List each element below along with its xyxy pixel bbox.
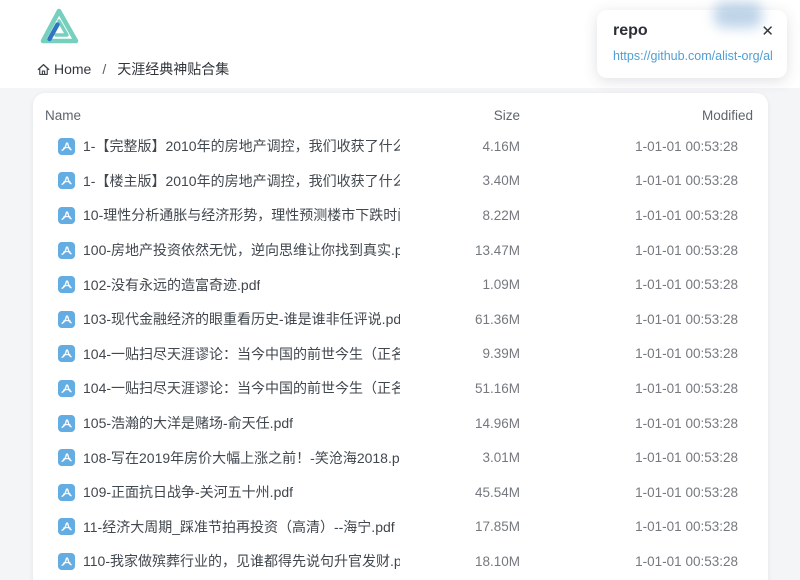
file-name: 100-房地产投资依然无忧，逆向思维让你找到真实.pdf [83, 240, 400, 260]
file-size: 8.22M [400, 208, 520, 223]
file-modified: 1-01-01 00:53:28 [520, 277, 753, 292]
pdf-file-icon [58, 380, 75, 397]
file-size: 61.36M [400, 312, 520, 327]
pdf-file-icon [58, 484, 75, 501]
file-modified: 1-01-01 00:53:28 [520, 243, 753, 258]
pdf-file-icon [58, 207, 75, 224]
file-name: 110-我家做殡葬行业的，见谁都得先说句升官发财.pdf [83, 551, 400, 571]
file-modified: 1-01-01 00:53:28 [520, 554, 753, 569]
pdf-file-icon [58, 172, 75, 189]
file-row[interactable]: 1-【楼主版】2010年的房地产调控，我们收获了什么？写... 3.40M 1-… [33, 164, 768, 199]
file-name: 104-一贴扫尽天涯谬论：当今中国的前世今生（正名帖）-... [83, 344, 400, 364]
file-modified: 1-01-01 00:53:28 [520, 416, 753, 431]
file-row[interactable]: 103-现代金融经济的眼重看历史-谁是谁非任评说.pdf 61.36M 1-01… [33, 302, 768, 337]
file-name: 103-现代金融经济的眼重看历史-谁是谁非任评说.pdf [83, 309, 400, 329]
file-name: 108-写在2019年房价大幅上涨之前！-笑沧海2018.pdf [83, 448, 400, 468]
file-size: 14.96M [400, 416, 520, 431]
file-name: 1-【楼主版】2010年的房地产调控，我们收获了什么？写... [83, 171, 400, 191]
file-list: 1-【完整版】2010年的房地产调控，我们收获了什么？写... 4.16M 1-… [33, 129, 768, 579]
pdf-file-icon [58, 518, 75, 535]
pdf-file-icon [58, 415, 75, 432]
file-size: 3.40M [400, 173, 520, 188]
file-size: 17.85M [400, 519, 520, 534]
file-name: 10-理性分析通胀与经济形势，理性预测楼市下跌时间表-... [83, 205, 400, 225]
breadcrumb-separator: / [98, 61, 110, 77]
home-icon [36, 62, 51, 77]
pdf-file-icon [58, 242, 75, 259]
content-area: Name Size Modified 1-【完整版】2010年的房地产调控，我们… [0, 88, 800, 580]
file-name: 109-正面抗日战争-关河五十州.pdf [83, 482, 293, 502]
repo-link[interactable]: https://github.com/alist-org/alist [613, 49, 773, 63]
file-row[interactable]: 105-浩瀚的大洋是赌场-俞天任.pdf 14.96M 1-01-01 00:5… [33, 406, 768, 441]
file-size: 45.54M [400, 485, 520, 500]
file-name: 102-没有永远的造富奇迹.pdf [83, 275, 260, 295]
pdf-file-icon [58, 345, 75, 362]
file-size: 4.16M [400, 139, 520, 154]
breadcrumb-home-label: Home [54, 61, 91, 77]
pdf-file-icon [58, 553, 75, 570]
file-row[interactable]: 108-写在2019年房价大幅上涨之前！-笑沧海2018.pdf 3.01M 1… [33, 440, 768, 475]
file-row[interactable]: 10-理性分析通胀与经济形势，理性预测楼市下跌时间表-... 8.22M 1-0… [33, 198, 768, 233]
file-name: 11-经济大周期_踩准节拍再投资（高清）--海宁.pdf [83, 517, 395, 537]
file-row[interactable]: 102-没有永远的造富奇迹.pdf 1.09M 1-01-01 00:53:28 [33, 267, 768, 302]
file-size: 1.09M [400, 277, 520, 292]
file-size: 18.10M [400, 554, 520, 569]
pdf-file-icon [58, 311, 75, 328]
privacy-blur-overlay [714, 2, 762, 28]
file-list-card: Name Size Modified 1-【完整版】2010年的房地产调控，我们… [33, 93, 768, 580]
file-size: 3.01M [400, 450, 520, 465]
pdf-file-icon [58, 138, 75, 155]
top-header: Home / 天涯经典神贴合集 repo ✕ https://github.co… [0, 0, 800, 88]
column-header-modified[interactable]: Modified [520, 108, 753, 123]
file-modified: 1-01-01 00:53:28 [520, 312, 753, 327]
file-row[interactable]: 100-房地产投资依然无忧，逆向思维让你找到真实.pdf 13.47M 1-01… [33, 233, 768, 268]
file-modified: 1-01-01 00:53:28 [520, 173, 753, 188]
file-modified: 1-01-01 00:53:28 [520, 208, 753, 223]
file-row[interactable]: 1-【完整版】2010年的房地产调控，我们收获了什么？写... 4.16M 1-… [33, 129, 768, 164]
file-row[interactable]: 110-我家做殡葬行业的，见谁都得先说句升官发财.pdf 18.10M 1-01… [33, 544, 768, 579]
pdf-file-icon [58, 449, 75, 466]
file-row[interactable]: 109-正面抗日战争-关河五十州.pdf 45.54M 1-01-01 00:5… [33, 475, 768, 510]
file-modified: 1-01-01 00:53:28 [520, 450, 753, 465]
file-size: 9.39M [400, 346, 520, 361]
file-name: 1-【完整版】2010年的房地产调控，我们收获了什么？写... [83, 136, 400, 156]
file-row[interactable]: 104-一贴扫尽天涯谬论：当今中国的前世今生（正名帖）-... 9.39M 1-… [33, 337, 768, 372]
close-icon[interactable]: ✕ [761, 24, 774, 39]
file-modified: 1-01-01 00:53:28 [520, 346, 753, 361]
file-row[interactable]: 11-经济大周期_踩准节拍再投资（高清）--海宁.pdf 17.85M 1-01… [33, 510, 768, 545]
file-modified: 1-01-01 00:53:28 [520, 519, 753, 534]
file-modified: 1-01-01 00:53:28 [520, 485, 753, 500]
file-name: 104-一贴扫尽天涯谬论：当今中国的前世今生（正名帖）-... [83, 378, 400, 398]
table-header-row: Name Size Modified [33, 102, 768, 129]
file-size: 13.47M [400, 243, 520, 258]
file-size: 51.16M [400, 381, 520, 396]
pdf-file-icon [58, 276, 75, 293]
alist-logo-icon[interactable] [36, 6, 82, 48]
file-row[interactable]: 104-一贴扫尽天涯谬论：当今中国的前世今生（正名帖）-... 51.16M 1… [33, 371, 768, 406]
breadcrumb: Home / 天涯经典神贴合集 [36, 59, 229, 79]
breadcrumb-home[interactable]: Home [36, 61, 91, 77]
file-modified: 1-01-01 00:53:28 [520, 139, 753, 154]
column-header-name[interactable]: Name [45, 108, 400, 123]
breadcrumb-current: 天涯经典神贴合集 [117, 59, 229, 79]
file-modified: 1-01-01 00:53:28 [520, 381, 753, 396]
column-header-size[interactable]: Size [400, 108, 520, 123]
file-name: 105-浩瀚的大洋是赌场-俞天任.pdf [83, 413, 293, 433]
